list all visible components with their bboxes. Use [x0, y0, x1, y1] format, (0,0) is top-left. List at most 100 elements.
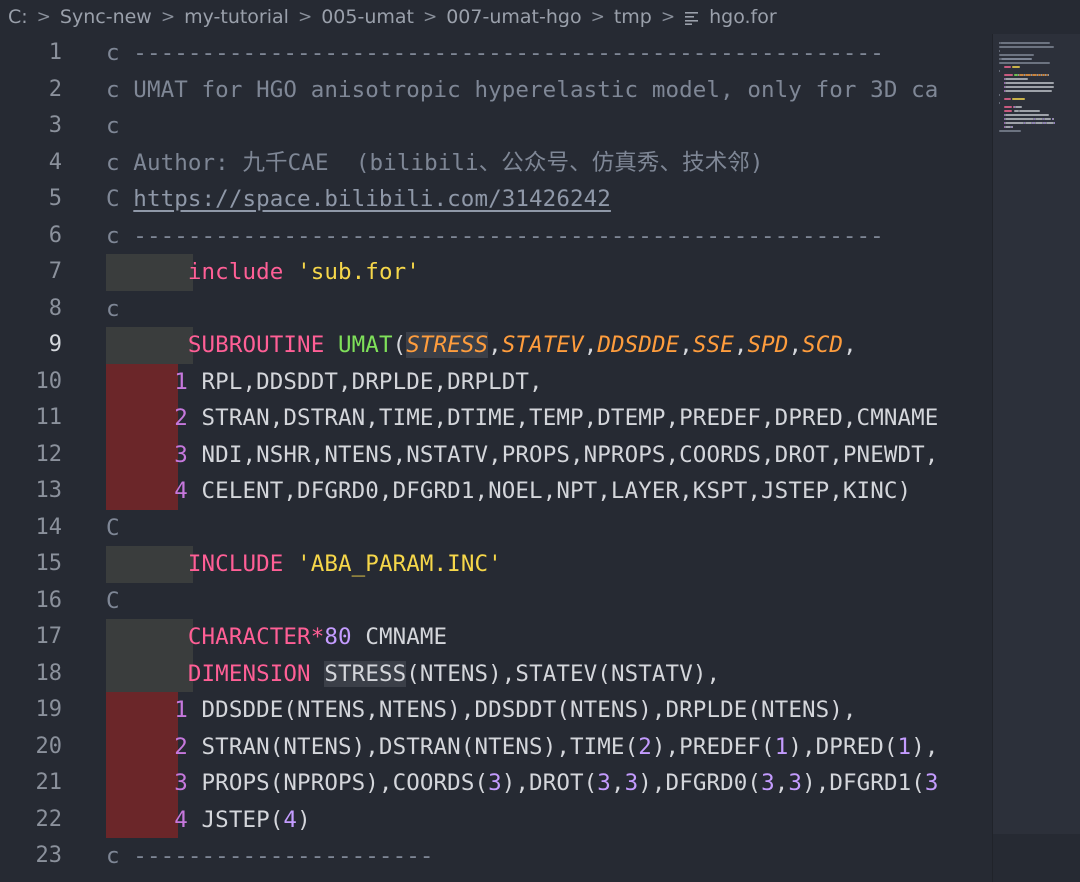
breadcrumb-item[interactable]: 007-umat-hgo: [446, 6, 581, 28]
breadcrumb-item[interactable]: my-tutorial: [184, 6, 289, 28]
line-content: include 'sub.for': [106, 254, 420, 291]
code-line[interactable]: 1 c -------------------------------------…: [0, 35, 992, 72]
code-token[interactable]: https://space.bilibili.com/31426242: [133, 186, 611, 212]
code-line[interactable]: 11 2 STRAN,DSTRAN,TIME,DTIME,TEMP,DTEMP,…: [0, 400, 992, 437]
minimap-slider[interactable]: [993, 34, 1080, 834]
minimap-mark: [1011, 98, 1026, 100]
code-line[interactable]: 13 4 CELENT,DFGRD0,DFGRD1,NOEL,NPT,LAYER…: [0, 473, 992, 510]
breadcrumb-item[interactable]: tmp: [614, 6, 652, 28]
code-line[interactable]: 10 1 RPL,DDSDDT,DRPLDE,DRPLDT,: [0, 363, 992, 401]
line-number[interactable]: 6: [0, 218, 62, 255]
code-token: (NTENS),STATEV(NSTATV),: [406, 660, 721, 687]
code-line[interactable]: 9 SUBROUTINE UMAT(STRESS,STATEV,DDSDDE,S…: [0, 327, 992, 364]
code-line[interactable]: 15 INCLUDE 'ABA_PARAM.INC': [0, 546, 992, 583]
line-content: c --------------------------------------…: [106, 218, 884, 255]
code-line[interactable]: 16 C: [0, 583, 992, 620]
code-token: 3: [174, 441, 188, 468]
code-line[interactable]: 7 include 'sub.for': [0, 254, 992, 291]
line-number[interactable]: 10: [0, 364, 63, 401]
minimap[interactable]: [992, 34, 1080, 882]
line-number[interactable]: 8: [0, 291, 62, 328]
code-token: 4: [174, 806, 188, 833]
code-token: 3: [488, 770, 502, 796]
code-token: ),DFGRD0(: [638, 770, 762, 796]
code-line[interactable]: 3c: [0, 108, 992, 145]
line-content: 3 PROPS(NPROPS),COORDS(3),DROT(3,3),DFGR…: [106, 765, 939, 802]
line-content: C: [106, 583, 120, 620]
code-token: C: [106, 587, 120, 614]
line-number[interactable]: 2: [0, 72, 62, 109]
minimap-mark: [999, 46, 1054, 48]
line-number[interactable]: 13: [0, 473, 63, 510]
code-token: c: [106, 295, 120, 322]
line-number[interactable]: 23: [0, 838, 63, 875]
code-token: SUBROUTINE: [187, 332, 325, 358]
code-line[interactable]: 12 3 NDI,NSHR,NTENS,NSTATV,PROPS,NPROPS,…: [0, 436, 992, 474]
minimap-mark: [999, 70, 1000, 72]
code-token: 2: [174, 733, 188, 760]
minimap-mark: [1045, 122, 1054, 124]
line-number[interactable]: 4: [0, 145, 62, 182]
code-line[interactable]: 6 c -------------------------------------…: [0, 218, 992, 255]
code-token: ,: [583, 332, 598, 358]
code-line[interactable]: 22 4 JSTEP(4): [0, 801, 992, 839]
code-editor[interactable]: 1 c -------------------------------------…: [0, 34, 992, 882]
code-token: 1: [897, 733, 912, 760]
line-number[interactable]: 14: [0, 510, 63, 547]
line-content: C https://space.bilibili.com/31426242: [106, 181, 611, 218]
line-number[interactable]: 18: [0, 656, 63, 693]
line-number[interactable]: 3: [0, 108, 62, 145]
minimap-mark: [1000, 58, 1033, 60]
code-line[interactable]: 18 DIMENSION STRESS(NTENS),STATEV(NSTATV…: [0, 655, 992, 693]
code-token: NDI,NSHR,NTENS,NSTATV,PROPS,NPROPS,COORD…: [187, 441, 939, 468]
code-line[interactable]: 5 C https://space.bilibili.com/31426242: [0, 181, 992, 218]
line-number[interactable]: 21: [0, 765, 63, 802]
code-line[interactable]: 2 c UMAT for HGO anisotropic hyperelastic…: [0, 72, 992, 109]
breadcrumb-separator: >: [160, 7, 176, 27]
line-number[interactable]: 12: [0, 437, 63, 474]
minimap-mark: [1004, 82, 1054, 84]
code-token: 3: [761, 770, 775, 796]
code-token: ): [297, 806, 311, 833]
code-line[interactable]: 8c: [0, 291, 992, 328]
line-number[interactable]: 11: [0, 400, 63, 437]
breadcrumb-item[interactable]: Sync-new: [60, 6, 152, 28]
line-content: 4 JSTEP(4): [106, 802, 311, 839]
line-number[interactable]: 15: [0, 546, 63, 583]
line-number[interactable]: 5: [0, 181, 62, 218]
code-line[interactable]: 17 CHARACTER*80 CMNAME: [0, 619, 992, 656]
minimap-mark: [1004, 110, 1013, 112]
code-line[interactable]: 14 C: [0, 510, 992, 547]
breadcrumb-item[interactable]: C:: [8, 6, 28, 28]
line-number[interactable]: 7: [0, 254, 62, 291]
code-line[interactable]: 4 c Author: 九千CAE (bilibili、公众号、仿真秀、技术邻): [0, 145, 992, 182]
code-line[interactable]: 21 3 PROPS(NPROPS),COORDS(3),DROT(3,3),D…: [0, 765, 992, 802]
minimap-mark: [999, 50, 1000, 52]
code-token: SPD: [747, 332, 789, 358]
line-number[interactable]: 16: [0, 583, 63, 620]
code-token: UMAT: [338, 332, 393, 358]
line-number[interactable]: 22: [0, 802, 63, 839]
breadcrumb-item[interactable]: 005-umat: [321, 6, 414, 28]
line-number[interactable]: 1: [0, 35, 62, 72]
code-token: 1: [174, 697, 188, 723]
line-number[interactable]: 19: [0, 692, 63, 729]
code-token: ,: [733, 332, 748, 358]
code-token: 3: [624, 770, 639, 796]
code-line[interactable]: 19 1 DDSDDE(NTENS,NTENS),DDSDDT(NTENS),D…: [0, 692, 992, 729]
minimap-mark: [1004, 126, 1011, 128]
minimap-mark: [1004, 118, 1035, 120]
breadcrumb-file[interactable]: hgo.for: [709, 6, 777, 28]
minimap-mark: [1011, 66, 1020, 68]
line-number[interactable]: 9: [0, 327, 62, 364]
code-line[interactable]: 23 c ----------------------: [0, 838, 992, 875]
code-line[interactable]: 20 2 STRAN(NTENS),DSTRAN(NTENS),TIME(2),…: [0, 728, 992, 766]
code-token: 3: [597, 770, 611, 796]
line-number[interactable]: 20: [0, 729, 63, 766]
line-number[interactable]: 17: [0, 619, 63, 656]
